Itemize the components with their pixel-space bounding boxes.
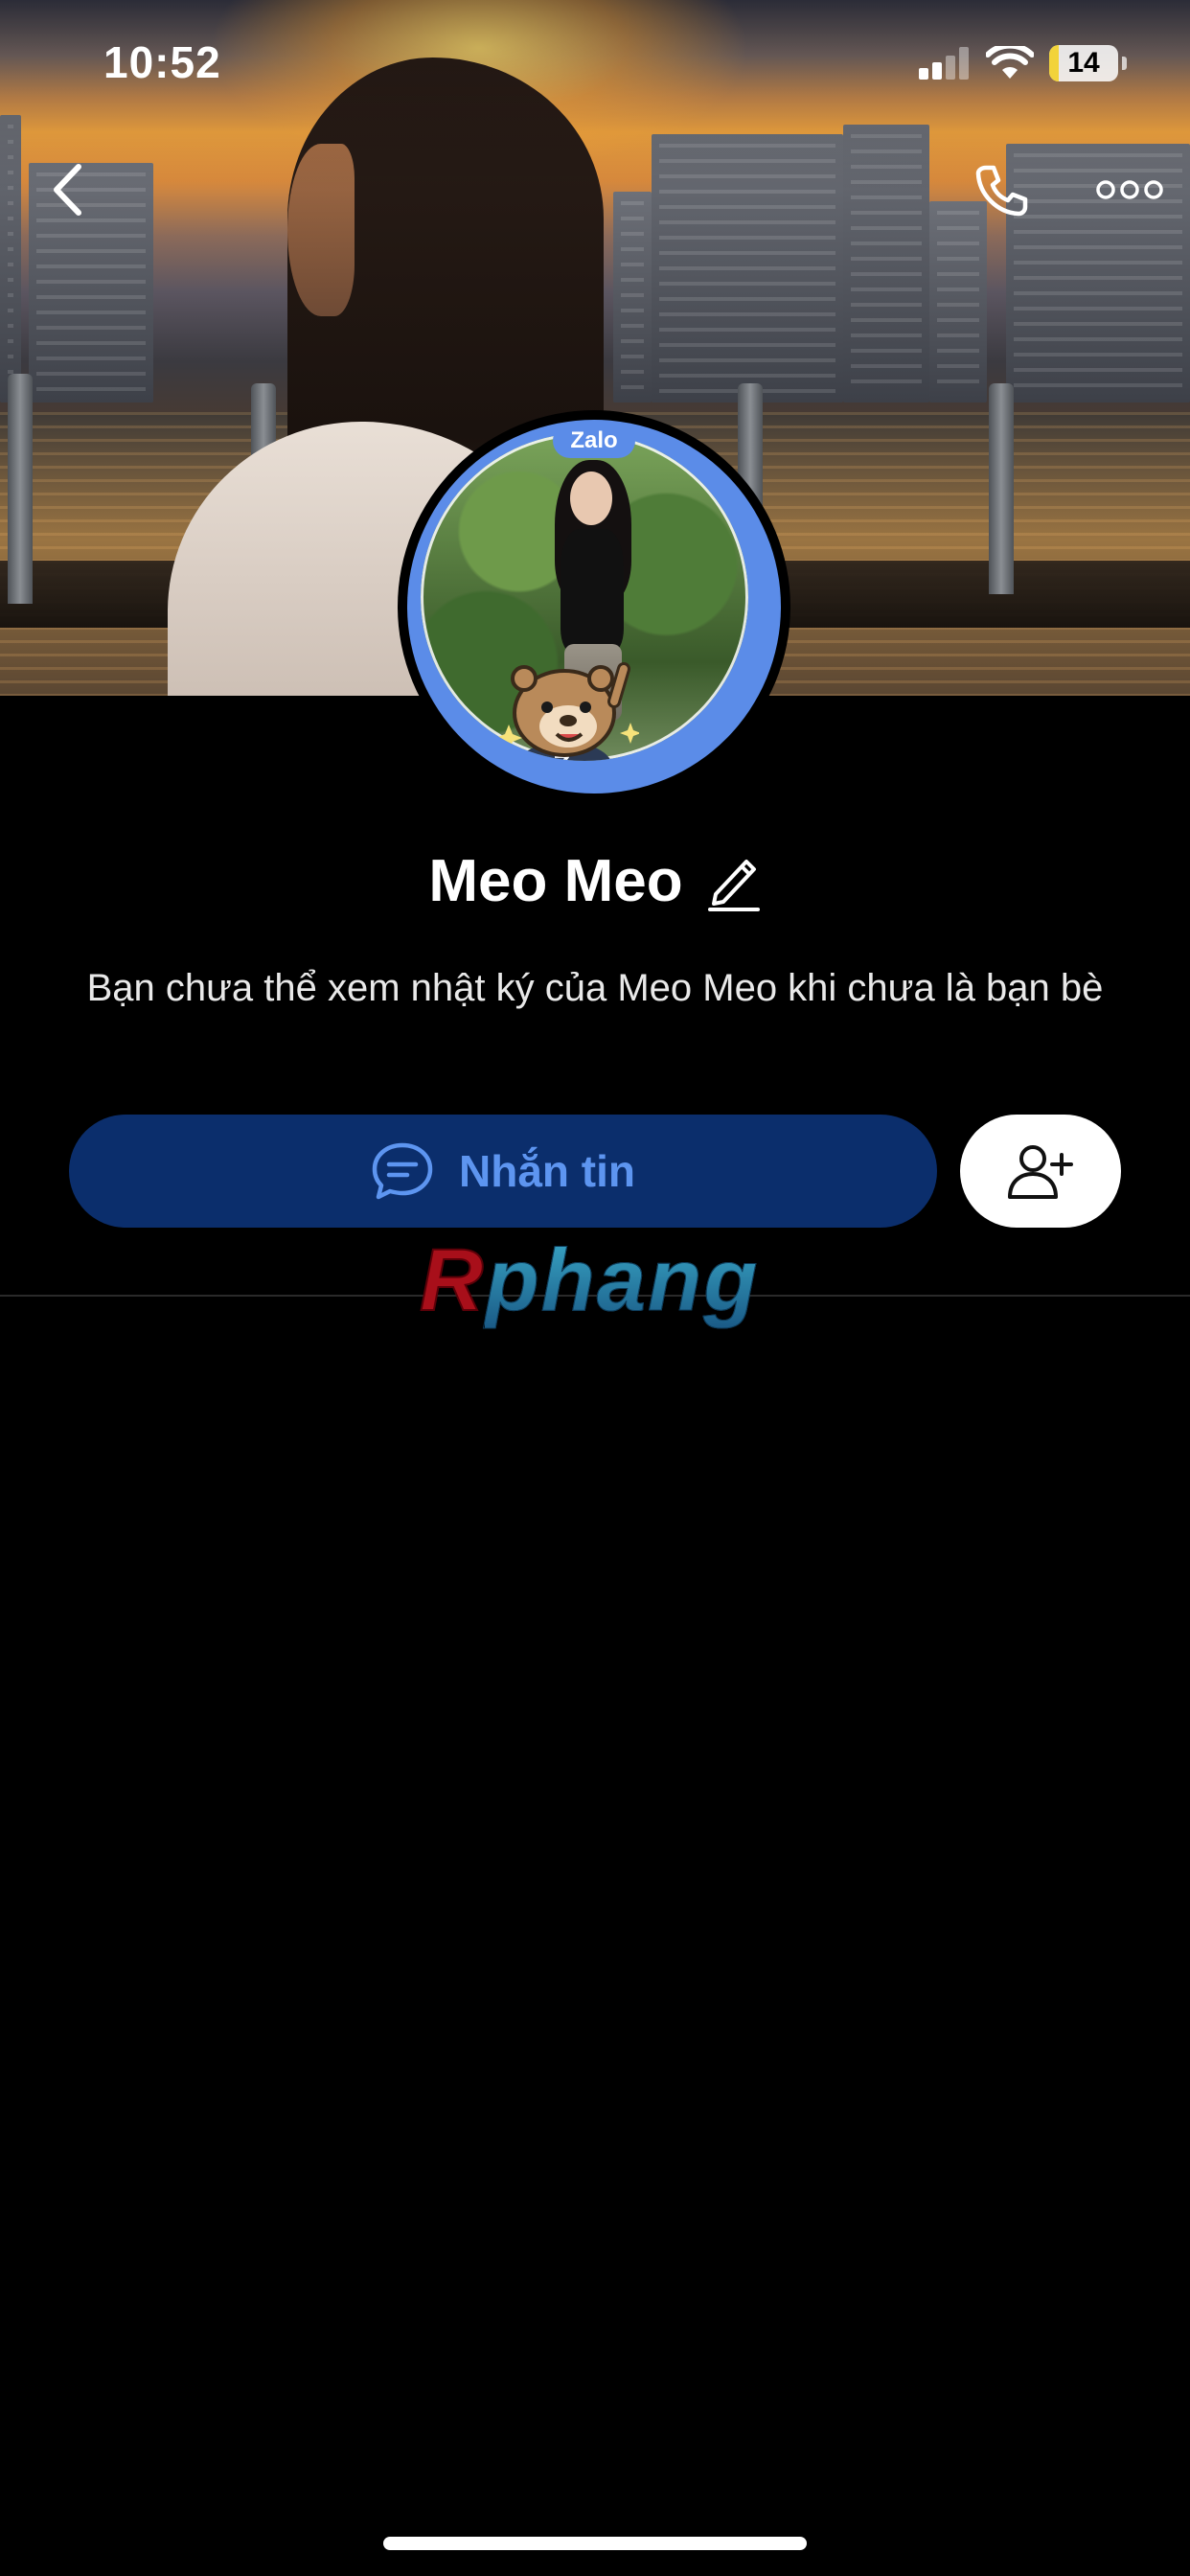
avatar-person-face [570, 472, 612, 525]
more-options-button[interactable] [1087, 163, 1173, 217]
add-friend-icon [1008, 1145, 1073, 1199]
cover-building [613, 192, 652, 402]
profile-name-row: Meo Meo [0, 847, 1190, 915]
cellular-signal-icon [919, 47, 969, 80]
wifi-icon [986, 46, 1034, 79]
call-button[interactable] [968, 157, 1035, 224]
chat-bubble-icon [372, 1142, 433, 1200]
watermark-rest: phang [485, 1231, 760, 1329]
mascot-sticker-icon: Z [495, 662, 639, 761]
cover-building [929, 201, 987, 402]
cover-pole [8, 374, 33, 604]
profile-name: Meo Meo [428, 848, 683, 914]
watermark-logo: Rphang [419, 1235, 759, 1325]
status-icons: 14 [919, 44, 1127, 82]
edit-name-button[interactable] [706, 851, 762, 912]
home-indicator[interactable] [383, 2537, 807, 2550]
pencil-icon [707, 859, 760, 911]
chevron-left-icon [54, 164, 81, 216]
message-button[interactable]: Nhắn tin [69, 1115, 937, 1228]
profile-avatar[interactable]: Z Zalo [398, 410, 790, 803]
add-friend-button[interactable] [960, 1115, 1121, 1228]
back-button[interactable] [38, 159, 96, 220]
battery-cap [1122, 57, 1127, 70]
status-time: 10:52 [103, 37, 221, 87]
battery-level: 14 [1067, 47, 1100, 79]
avatar-photo: Z [421, 433, 748, 761]
more-dots-icon [1096, 180, 1163, 199]
battery-indicator: 14 [1049, 45, 1118, 81]
cover-pole [989, 383, 1014, 594]
watermark-first-letter: R [419, 1231, 486, 1329]
message-button-label: Nhắn tin [459, 1146, 635, 1196]
diary-privacy-note: Bạn chưa thể xem nhật ký của Meo Meo khi… [86, 967, 1104, 1009]
phone-icon [975, 165, 1028, 217]
battery-fill [1049, 45, 1060, 81]
zalo-badge: Zalo [553, 424, 635, 458]
